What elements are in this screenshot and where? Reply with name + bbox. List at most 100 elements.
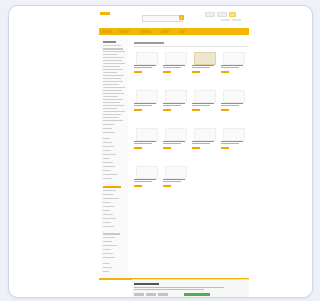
header-action-2[interactable] — [217, 12, 227, 17]
sidebar-link[interactable] — [103, 48, 123, 50]
cookie-accept-button[interactable] — [184, 293, 210, 296]
product-card[interactable] — [132, 49, 160, 83]
product-title[interactable] — [163, 179, 185, 181]
product-card[interactable] — [132, 163, 160, 197]
sidebar-link[interactable] — [103, 124, 114, 126]
sidebar-link[interactable] — [103, 174, 118, 176]
sidebar-link[interactable] — [103, 84, 119, 86]
sidebar-link[interactable] — [103, 69, 123, 71]
product-title[interactable] — [163, 65, 185, 67]
product-image[interactable] — [136, 128, 158, 141]
sidebar-link[interactable] — [103, 267, 112, 269]
product-image[interactable] — [223, 90, 245, 103]
sidebar-link[interactable] — [103, 54, 118, 56]
header-action-1[interactable] — [205, 12, 215, 17]
sidebar-link[interactable] — [103, 222, 111, 224]
sublink-1[interactable] — [221, 19, 230, 21]
sidebar-link[interactable] — [103, 138, 110, 140]
product-title[interactable] — [192, 103, 214, 105]
sidebar-link[interactable] — [103, 63, 125, 65]
product-title[interactable] — [134, 141, 156, 143]
nav-item-1[interactable] — [102, 30, 112, 33]
search-input[interactable] — [142, 15, 183, 22]
sidebar-link[interactable] — [103, 257, 115, 259]
sidebar-link[interactable] — [103, 263, 110, 265]
product-card[interactable] — [190, 49, 218, 83]
nav-item-5[interactable] — [179, 30, 185, 33]
product-image[interactable] — [165, 128, 187, 141]
sidebar-link[interactable] — [103, 128, 112, 130]
sidebar-link[interactable] — [103, 271, 109, 273]
cart-button[interactable] — [229, 12, 236, 17]
sidebar-link[interactable] — [103, 150, 111, 152]
product-card[interactable] — [219, 125, 247, 159]
sidebar-link[interactable] — [103, 117, 119, 119]
sidebar-link[interactable] — [103, 245, 117, 247]
product-title[interactable] — [192, 65, 214, 67]
sidebar-link[interactable] — [103, 190, 116, 192]
sidebar-link[interactable] — [103, 214, 113, 216]
product-image[interactable] — [194, 52, 216, 65]
sidebar-link[interactable] — [103, 99, 123, 101]
product-card[interactable] — [161, 49, 189, 83]
sidebar-link[interactable] — [103, 198, 119, 200]
sidebar-link[interactable] — [103, 111, 125, 113]
sublink-2[interactable] — [232, 19, 241, 21]
nav-item-2[interactable] — [119, 30, 129, 33]
sidebar-link[interactable] — [103, 81, 123, 83]
product-title[interactable] — [134, 179, 156, 181]
product-image[interactable] — [223, 52, 245, 65]
cookie-button-2[interactable] — [146, 293, 156, 296]
sidebar-link[interactable] — [103, 253, 113, 255]
sidebar-link[interactable] — [103, 102, 120, 104]
product-image[interactable] — [223, 128, 245, 141]
product-card[interactable] — [161, 125, 189, 159]
sidebar-link[interactable] — [103, 45, 121, 47]
sidebar-link[interactable] — [103, 93, 124, 95]
product-image[interactable] — [136, 166, 158, 179]
product-title[interactable] — [134, 65, 156, 67]
sidebar-link[interactable] — [103, 51, 125, 53]
sidebar-link[interactable] — [103, 237, 115, 239]
sidebar-link[interactable] — [103, 87, 125, 89]
sidebar-link[interactable] — [103, 218, 116, 220]
sidebar-link[interactable] — [103, 120, 123, 122]
product-card[interactable] — [219, 49, 247, 83]
product-card[interactable] — [132, 87, 160, 121]
sidebar-link[interactable] — [103, 90, 122, 92]
sidebar-link[interactable] — [103, 108, 117, 110]
sidebar-link[interactable] — [103, 66, 120, 68]
sidebar-link[interactable] — [103, 96, 118, 98]
product-title[interactable] — [163, 103, 185, 105]
sidebar-link[interactable] — [103, 170, 111, 172]
sidebar-link[interactable] — [103, 60, 122, 62]
sidebar-link[interactable] — [103, 78, 121, 80]
site-logo[interactable] — [100, 12, 110, 15]
sidebar-link[interactable] — [103, 105, 124, 107]
sidebar-link[interactable] — [103, 146, 114, 148]
sidebar-link[interactable] — [103, 210, 110, 212]
product-card[interactable] — [161, 87, 189, 121]
product-title[interactable] — [221, 141, 243, 143]
product-card[interactable] — [190, 125, 218, 159]
sidebar-link[interactable] — [103, 132, 115, 134]
product-image[interactable] — [194, 90, 216, 103]
sidebar-link[interactable] — [103, 57, 124, 59]
product-image[interactable] — [165, 52, 187, 65]
sidebar-link[interactable] — [103, 166, 115, 168]
nav-item-3[interactable] — [141, 30, 151, 33]
product-image[interactable] — [194, 128, 216, 141]
sidebar-link[interactable] — [103, 241, 112, 243]
product-title[interactable] — [221, 65, 243, 67]
sidebar-link[interactable] — [103, 158, 110, 160]
product-title[interactable] — [163, 141, 185, 143]
sidebar-link[interactable] — [103, 162, 113, 164]
product-image[interactable] — [136, 52, 158, 65]
sidebar-link[interactable] — [103, 114, 121, 116]
nav-item-4[interactable] — [161, 30, 169, 33]
product-image[interactable] — [136, 90, 158, 103]
sidebar-link[interactable] — [103, 206, 114, 208]
sidebar-link[interactable] — [103, 75, 124, 77]
product-card[interactable] — [190, 87, 218, 121]
cookie-button-3[interactable] — [158, 293, 168, 296]
